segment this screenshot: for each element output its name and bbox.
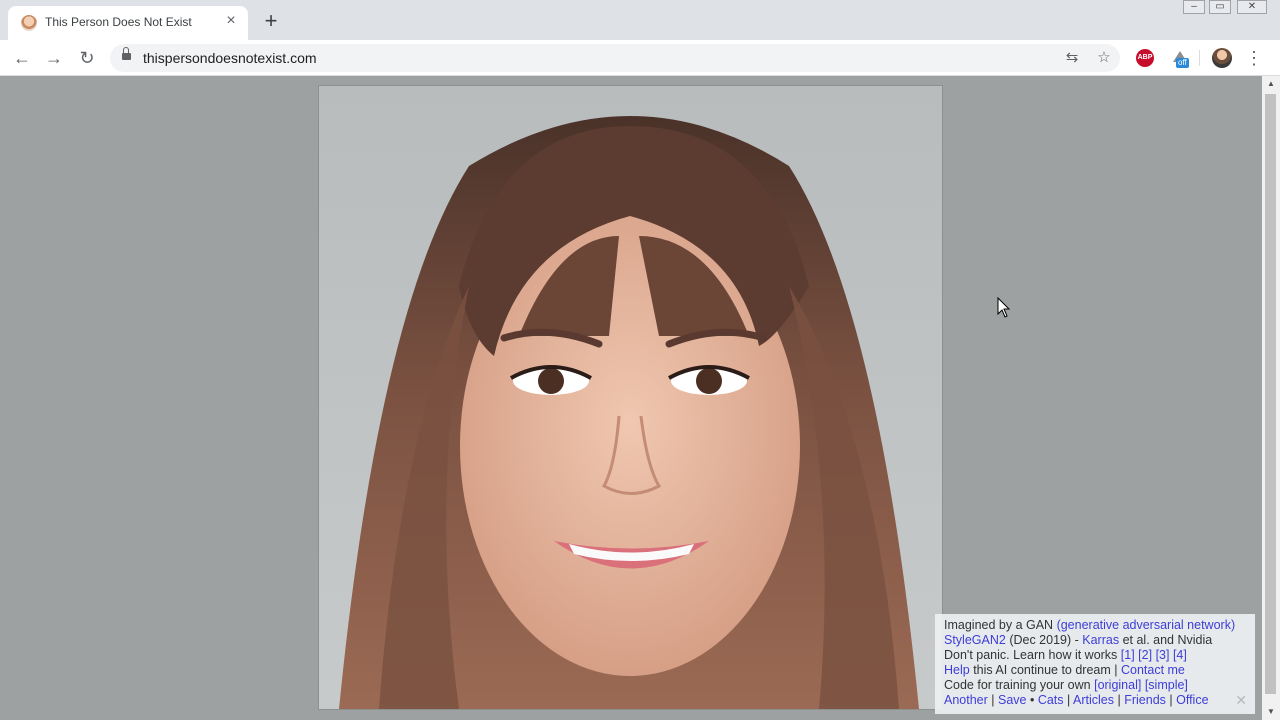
help-link[interactable]: Help xyxy=(944,663,970,677)
karras-link[interactable]: Karras xyxy=(1082,633,1119,647)
tab-strip: This Person Does Not Exist × + – ▭ ✕ xyxy=(0,0,1280,40)
contact-link[interactable]: Contact me xyxy=(1121,663,1185,677)
extension-off-icon[interactable]: off xyxy=(1170,48,1190,68)
toolbar-separator xyxy=(1199,50,1200,66)
translate-icon[interactable]: ⇆ xyxy=(1063,49,1081,67)
browser-tab[interactable]: This Person Does Not Exist × xyxy=(8,6,248,40)
stylegan2-link[interactable]: StyleGAN2 xyxy=(944,633,1006,647)
browser-toolbar: ← → ↻ thispersondoesnotexist.com ⇆ ☆ ABP… xyxy=(0,40,1280,76)
info-text: et al. and Nvidia xyxy=(1119,633,1213,647)
another-link[interactable]: Another xyxy=(944,693,988,707)
separator: | xyxy=(1165,693,1177,707)
scroll-thumb[interactable] xyxy=(1265,94,1276,694)
site-favicon-icon xyxy=(21,15,37,31)
reload-button[interactable]: ↻ xyxy=(75,46,99,70)
lock-icon[interactable] xyxy=(122,47,131,60)
separator: | xyxy=(1114,693,1125,707)
new-tab-button[interactable]: + xyxy=(260,10,282,32)
articles-link[interactable]: Articles xyxy=(1073,693,1114,707)
back-button[interactable]: ← xyxy=(10,46,34,70)
url-text[interactable]: thispersondoesnotexist.com xyxy=(143,50,317,66)
original-code-link[interactable]: [original] xyxy=(1094,678,1141,692)
info-line-code: Code for training your own [original] [s… xyxy=(944,678,1255,693)
menu-kebab-icon[interactable]: ⋮ xyxy=(1244,46,1264,70)
info-line-help: Help this AI continue to dream | Contact… xyxy=(944,663,1255,678)
save-link[interactable]: Save xyxy=(998,693,1027,707)
address-bar[interactable]: thispersondoesnotexist.com ⇆ ☆ xyxy=(110,44,1120,72)
learn-link-4[interactable]: [4] xyxy=(1173,648,1187,662)
mouse-cursor-icon xyxy=(997,297,1011,318)
scroll-up-arrow-icon[interactable]: ▲ xyxy=(1262,76,1280,92)
maximize-button[interactable]: ▭ xyxy=(1209,0,1231,14)
simple-code-link[interactable]: [simple] xyxy=(1145,678,1188,692)
scroll-down-arrow-icon[interactable]: ▼ xyxy=(1262,704,1280,720)
info-text: Code for training your own xyxy=(944,678,1095,692)
info-panel: Imagined by a GAN (generative adversaria… xyxy=(935,614,1255,714)
info-line-gan: Imagined by a GAN (generative adversaria… xyxy=(944,618,1255,633)
cats-link[interactable]: Cats xyxy=(1038,693,1064,707)
info-close-icon[interactable]: ✕ xyxy=(1235,693,1247,708)
info-line-learn: Don't panic. Learn how it works [1] [2] … xyxy=(944,648,1255,663)
generated-face-image xyxy=(318,85,943,710)
learn-link-3[interactable]: [3] xyxy=(1156,648,1170,662)
office-link[interactable]: Office xyxy=(1176,693,1208,707)
info-text: Don't panic. Learn how it works xyxy=(944,648,1121,662)
info-line-stylegan: StyleGAN2 (Dec 2019) - Karras et al. and… xyxy=(944,633,1255,648)
tab-title: This Person Does Not Exist xyxy=(45,15,192,29)
minimize-button[interactable]: – xyxy=(1183,0,1205,14)
info-line-actions: Another | Save • Cats | Articles | Frien… xyxy=(944,693,1255,708)
tab-close-icon[interactable]: × xyxy=(222,12,240,30)
gan-link[interactable]: (generative adversarial network) xyxy=(1057,618,1236,632)
separator: | xyxy=(1063,693,1074,707)
adblock-extension-icon[interactable]: ABP xyxy=(1136,49,1154,67)
face-illustration xyxy=(339,116,919,709)
forward-button[interactable]: → xyxy=(42,46,66,70)
profile-avatar[interactable] xyxy=(1212,48,1232,68)
separator: • xyxy=(1026,693,1038,707)
info-text: (Dec 2019) - xyxy=(1005,633,1083,647)
bookmark-star-icon[interactable]: ☆ xyxy=(1095,49,1113,67)
close-window-button[interactable]: ✕ xyxy=(1237,0,1267,14)
learn-link-2[interactable]: [2] xyxy=(1138,648,1152,662)
separator: | xyxy=(987,693,998,707)
info-text: Imagined by a GAN xyxy=(944,618,1057,632)
info-text: this AI continue to dream | xyxy=(969,663,1121,677)
off-badge: off xyxy=(1176,58,1189,68)
friends-link[interactable]: Friends xyxy=(1124,693,1166,707)
learn-link-1[interactable]: [1] xyxy=(1121,648,1135,662)
vertical-scrollbar[interactable]: ▲ ▼ xyxy=(1262,76,1280,720)
